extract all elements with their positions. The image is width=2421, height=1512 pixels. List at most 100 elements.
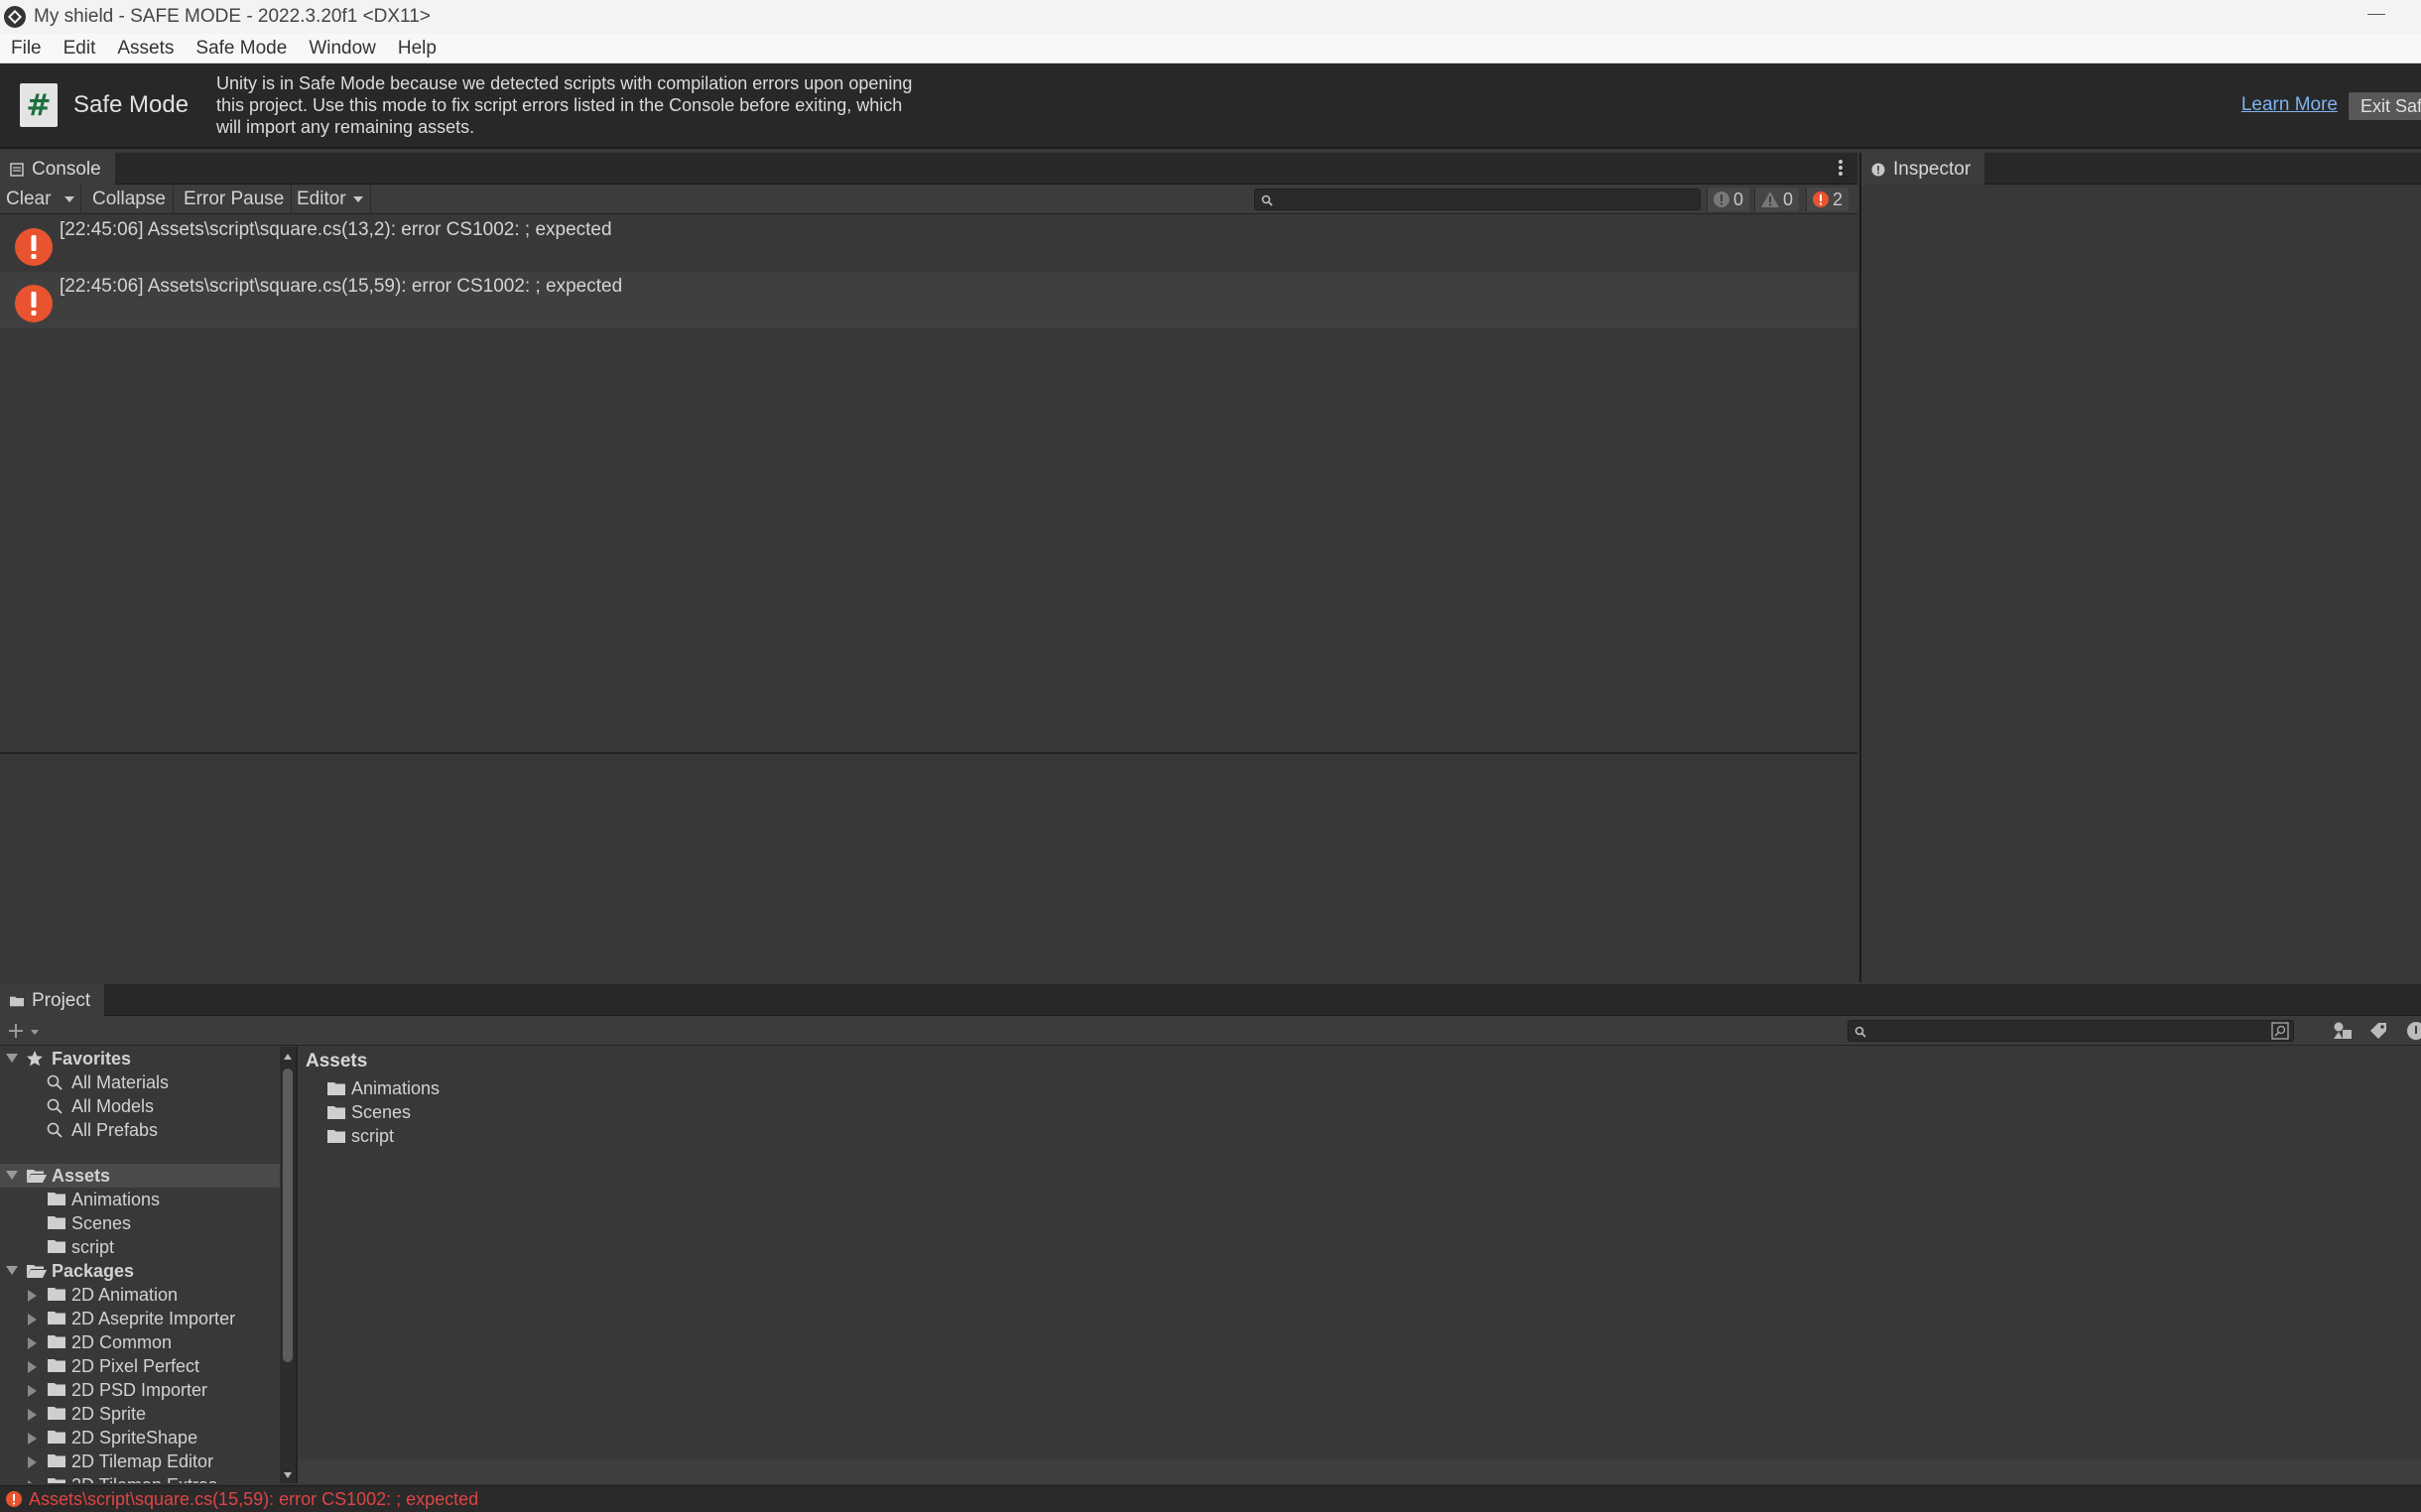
filter-by-type-icon[interactable] bbox=[2332, 1020, 2354, 1042]
console-search-input[interactable] bbox=[1254, 189, 1701, 210]
menu-edit[interactable]: Edit bbox=[53, 38, 107, 60]
tree-assets-label: Assets bbox=[52, 1166, 111, 1186]
menu-file[interactable]: File bbox=[0, 38, 53, 60]
search-by-type-icon[interactable] bbox=[2271, 1022, 2289, 1040]
tab-project[interactable]: Project bbox=[0, 984, 105, 1016]
console-log-entry[interactable]: [22:45:06] Assets\script\square.cs(15,59… bbox=[0, 272, 1857, 328]
expand-arrow-icon[interactable] bbox=[28, 1337, 37, 1349]
folder-icon bbox=[48, 1454, 65, 1467]
error-pause-toggle[interactable]: Error Pause bbox=[177, 185, 293, 214]
folder-icon bbox=[10, 996, 24, 1007]
info-count-toggle[interactable]: 0 bbox=[1707, 188, 1750, 211]
open-folder-icon bbox=[27, 1170, 47, 1183]
menu-assets[interactable]: Assets bbox=[106, 38, 185, 60]
menu-help[interactable]: Help bbox=[387, 38, 447, 60]
tree-item-script[interactable]: script bbox=[0, 1235, 280, 1259]
editor-dropdown[interactable]: Editor bbox=[290, 185, 371, 214]
console-toolbar: Clear Collapse Error Pause Editor 0 0 2 bbox=[0, 185, 1857, 214]
tree-item-label: 2D Pixel Perfect bbox=[71, 1356, 200, 1376]
safe-mode-hash-icon: # bbox=[20, 83, 58, 127]
hidden-packages-icon[interactable] bbox=[2405, 1020, 2421, 1042]
kebab-menu-icon[interactable] bbox=[1838, 159, 1844, 179]
tree-item-package[interactable]: 2D Animation bbox=[0, 1283, 280, 1307]
tree-item-package[interactable]: 2D Aseprite Importer bbox=[0, 1307, 280, 1330]
expand-arrow-icon[interactable] bbox=[6, 1054, 18, 1063]
folder-icon bbox=[48, 1288, 65, 1301]
inspector-panel: Inspector bbox=[1859, 153, 2421, 982]
tree-item-package[interactable]: 2D Pixel Perfect bbox=[0, 1354, 280, 1378]
tree-item-label: 2D PSD Importer bbox=[71, 1380, 208, 1400]
learn-more-link[interactable]: Learn More bbox=[2241, 94, 2338, 116]
tree-item-package[interactable]: 2D Tilemap Editor bbox=[0, 1449, 280, 1473]
folder-icon bbox=[48, 1478, 65, 1483]
tab-console[interactable]: Console bbox=[0, 153, 115, 185]
asset-label: Scenes bbox=[351, 1102, 412, 1122]
expand-arrow-icon[interactable] bbox=[28, 1361, 37, 1373]
tree-item-package[interactable]: 2D Sprite bbox=[0, 1402, 280, 1426]
tree-item-label: 2D Sprite bbox=[71, 1404, 147, 1424]
project-toolbar bbox=[0, 1016, 2421, 1046]
editor-dropdown-label: Editor bbox=[297, 189, 346, 209]
window-title-bar: My shield - SAFE MODE - 2022.3.20f1 <DX1… bbox=[0, 0, 2421, 34]
clear-options-dropdown[interactable] bbox=[58, 185, 81, 214]
folder-icon bbox=[48, 1383, 65, 1396]
expand-arrow-icon[interactable] bbox=[28, 1456, 37, 1468]
project-search-input[interactable] bbox=[1848, 1020, 2294, 1042]
console-log-entry[interactable]: [22:45:06] Assets\script\square.cs(13,2)… bbox=[0, 215, 1857, 272]
folder-icon bbox=[48, 1216, 65, 1229]
tab-console-label: Console bbox=[32, 159, 101, 180]
tab-inspector[interactable]: Inspector bbox=[1861, 153, 1985, 185]
tree-item-all-materials[interactable]: All Materials bbox=[0, 1071, 280, 1094]
expand-arrow-icon[interactable] bbox=[28, 1433, 37, 1445]
tree-scrollbar[interactable] bbox=[280, 1047, 296, 1483]
tree-item-package[interactable]: 2D Common bbox=[0, 1330, 280, 1354]
info-icon bbox=[1871, 163, 1885, 177]
clear-button[interactable]: Clear bbox=[0, 185, 58, 214]
menu-bar: File Edit Assets Safe Mode Window Help bbox=[0, 34, 2421, 63]
menu-window[interactable]: Window bbox=[298, 38, 387, 60]
expand-arrow-icon[interactable] bbox=[28, 1290, 37, 1302]
minimize-button[interactable] bbox=[2367, 14, 2385, 15]
exit-safe-mode-button[interactable]: Exit Safe Mode bbox=[2348, 91, 2421, 121]
assets-breadcrumb[interactable]: Assets bbox=[298, 1047, 2421, 1076]
tree-item-package[interactable]: 2D SpriteShape bbox=[0, 1426, 280, 1449]
expand-arrow-icon[interactable] bbox=[28, 1314, 37, 1325]
tree-item-label: script bbox=[71, 1237, 115, 1257]
filter-by-label-icon[interactable] bbox=[2367, 1020, 2389, 1042]
tree-packages[interactable]: Packages bbox=[0, 1259, 280, 1283]
chevron-down-icon bbox=[352, 196, 363, 202]
tree-item-label: 2D SpriteShape bbox=[71, 1428, 198, 1448]
info-icon bbox=[1714, 191, 1729, 207]
tree-favorites[interactable]: Favorites bbox=[0, 1047, 280, 1071]
tree-favorites-label: Favorites bbox=[52, 1049, 132, 1069]
log-message: [22:45:06] Assets\script\square.cs(15,59… bbox=[60, 276, 623, 297]
scrollbar-thumb[interactable] bbox=[283, 1069, 293, 1362]
warning-count: 0 bbox=[1783, 189, 1794, 209]
scroll-up-arrow-icon[interactable] bbox=[283, 1053, 293, 1061]
tree-item-package[interactable]: 2D Tilemap Extras bbox=[0, 1473, 280, 1483]
expand-arrow-icon[interactable] bbox=[6, 1266, 18, 1275]
collapse-toggle[interactable]: Collapse bbox=[85, 185, 174, 214]
status-message: Assets\script\square.cs(15,59): error CS… bbox=[29, 1488, 479, 1509]
expand-arrow-icon[interactable] bbox=[28, 1480, 37, 1483]
error-count-toggle[interactable]: 2 bbox=[1806, 188, 1849, 211]
project-assets-content: Assets Animations Scenes script bbox=[296, 1047, 2421, 1483]
scroll-down-arrow-icon[interactable] bbox=[283, 1471, 293, 1479]
tree-item-all-prefabs[interactable]: All Prefabs bbox=[0, 1118, 280, 1142]
status-bar[interactable]: Assets\script\square.cs(15,59): error CS… bbox=[0, 1485, 2421, 1512]
menu-safe-mode[interactable]: Safe Mode bbox=[185, 38, 298, 60]
tree-item-all-models[interactable]: All Models bbox=[0, 1094, 280, 1118]
warning-count-toggle[interactable]: 0 bbox=[1754, 188, 1800, 211]
create-asset-button[interactable] bbox=[8, 1020, 44, 1042]
tree-item-scenes[interactable]: Scenes bbox=[0, 1211, 280, 1235]
expand-arrow-icon[interactable] bbox=[28, 1409, 37, 1421]
expand-arrow-icon[interactable] bbox=[28, 1385, 37, 1397]
tree-item-package[interactable]: 2D PSD Importer bbox=[0, 1378, 280, 1402]
console-tab-strip: Console bbox=[0, 153, 1857, 185]
tree-assets[interactable]: Assets bbox=[0, 1164, 280, 1188]
safe-mode-banner: # Safe Mode Unity is in Safe Mode becaus… bbox=[0, 63, 2421, 149]
console-icon bbox=[10, 163, 24, 177]
folder-icon bbox=[48, 1431, 65, 1444]
tree-item-animations[interactable]: Animations bbox=[0, 1188, 280, 1211]
expand-arrow-icon[interactable] bbox=[6, 1171, 18, 1180]
